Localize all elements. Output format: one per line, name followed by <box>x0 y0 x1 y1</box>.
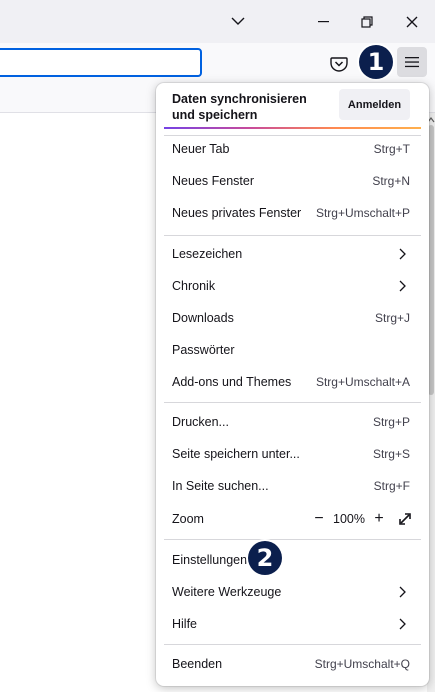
hamburger-menu-icon <box>405 57 419 68</box>
chevron-right-icon <box>399 248 406 260</box>
menu-item-shortcut: Strg+N <box>372 174 410 188</box>
restore-icon <box>361 15 373 28</box>
title-bar <box>0 0 435 43</box>
menu-item-new-tab[interactable]: Neuer Tab Strg+T <box>156 134 429 164</box>
fullscreen-icon <box>399 513 411 525</box>
menu-item-shortcut: Strg+T <box>373 142 410 156</box>
sync-text: Daten synchronisieren und speichern <box>172 92 307 122</box>
step-badge-2-label: 2 <box>256 544 274 572</box>
menu-item-label: Add-ons und Themes <box>172 375 292 389</box>
menu-item-shortcut: Strg+Umschalt+P <box>315 206 410 220</box>
menu-item-addons-themes[interactable]: Add-ons und Themes Strg+Umschalt+A <box>156 367 429 397</box>
menu-item-downloads[interactable]: Downloads Strg+J <box>156 303 429 333</box>
menu-item-shortcut: Strg+F <box>373 479 410 493</box>
menu-item-shortcut: Strg+Umschalt+A <box>315 375 410 389</box>
restore-button[interactable] <box>344 0 390 43</box>
minimize-button[interactable] <box>300 0 346 43</box>
menu-item-label: Hilfe <box>172 617 198 631</box>
menu-item-label: Neues Fenster <box>172 174 254 188</box>
menu-item-bookmarks[interactable]: Lesezeichen <box>156 239 429 269</box>
menu-item-history[interactable]: Chronik <box>156 271 429 301</box>
menu-item-shortcut: Strg+J <box>374 311 410 325</box>
menu-item-new-window[interactable]: Neues Fenster Strg+N <box>156 166 429 196</box>
close-button[interactable] <box>389 0 435 43</box>
list-all-tabs-button[interactable] <box>224 0 252 43</box>
menu-item-help[interactable]: Hilfe <box>156 609 429 639</box>
menu-item-zoom: Zoom − 100% + <box>156 504 429 534</box>
menu-item-settings[interactable]: Einstellungen <box>156 545 429 575</box>
menu-item-save-page[interactable]: Seite speichern unter... Strg+S <box>156 439 429 469</box>
menu-item-shortcut: Strg+S <box>372 447 410 461</box>
step-badge-1: 1 <box>359 45 393 79</box>
menu-separator <box>164 539 421 540</box>
zoom-in-button[interactable]: + <box>369 509 389 529</box>
menu-item-quit[interactable]: Beenden Strg+Umschalt+Q <box>156 649 429 679</box>
menu-item-label: Seite speichern unter... <box>172 447 300 461</box>
menu-item-label: Einstellungen <box>172 553 248 567</box>
chevron-right-icon <box>399 586 406 598</box>
sync-accent-line <box>164 127 421 129</box>
minimize-icon <box>317 20 329 22</box>
menu-item-new-private-window[interactable]: Neues privates Fenster Strg+Umschalt+P <box>156 198 429 228</box>
menu-item-label: Drucken... <box>172 415 229 429</box>
open-menu-button[interactable] <box>397 47 427 77</box>
menu-item-label: Downloads <box>172 311 234 325</box>
menu-item-label: Passwörter <box>172 343 235 357</box>
menu-item-label: Neuer Tab <box>172 142 230 156</box>
menu-item-label: Neues privates Fenster <box>172 206 302 220</box>
menu-item-shortcut: Strg+P <box>372 415 410 429</box>
menu-item-more-tools[interactable]: Weitere Werkzeuge <box>156 577 429 607</box>
menu-item-passwords[interactable]: Passwörter <box>156 335 429 365</box>
close-icon <box>406 16 418 27</box>
menu-item-label: Chronik <box>172 279 216 293</box>
menu-item-label: Beenden <box>172 657 223 671</box>
zoom-out-button[interactable]: − <box>309 509 329 529</box>
fullscreen-button[interactable] <box>395 509 415 529</box>
chevron-right-icon <box>399 280 406 292</box>
menu-separator <box>164 402 421 403</box>
step-badge-2: 2 <box>248 541 282 575</box>
pocket-button[interactable] <box>329 54 349 74</box>
menu-item-label: In Seite suchen... <box>172 479 269 493</box>
step-badge-1-label: 1 <box>367 48 385 76</box>
sign-in-button[interactable]: Anmelden <box>339 89 410 120</box>
menu-item-shortcut: Strg+Umschalt+Q <box>314 657 410 671</box>
chevron-down-icon <box>231 17 245 25</box>
chevron-right-icon <box>399 618 406 630</box>
menu-item-label: Zoom <box>172 512 204 526</box>
zoom-controls: − 100% + <box>309 504 415 534</box>
app-menu-panel: Daten synchronisieren und speichern Anme… <box>156 83 429 686</box>
menu-separator <box>164 644 421 645</box>
zoom-reset-button[interactable]: 100% <box>329 512 369 526</box>
url-bar[interactable] <box>0 48 202 77</box>
pocket-icon <box>330 57 348 72</box>
menu-item-label: Lesezeichen <box>172 247 243 261</box>
menu-item-print[interactable]: Drucken... Strg+P <box>156 407 429 437</box>
sync-row: Daten synchronisieren und speichern Anme… <box>156 83 429 127</box>
menu-item-find-in-page[interactable]: In Seite suchen... Strg+F <box>156 471 429 501</box>
menu-separator <box>164 235 421 236</box>
menu-item-label: Weitere Werkzeuge <box>172 585 282 599</box>
